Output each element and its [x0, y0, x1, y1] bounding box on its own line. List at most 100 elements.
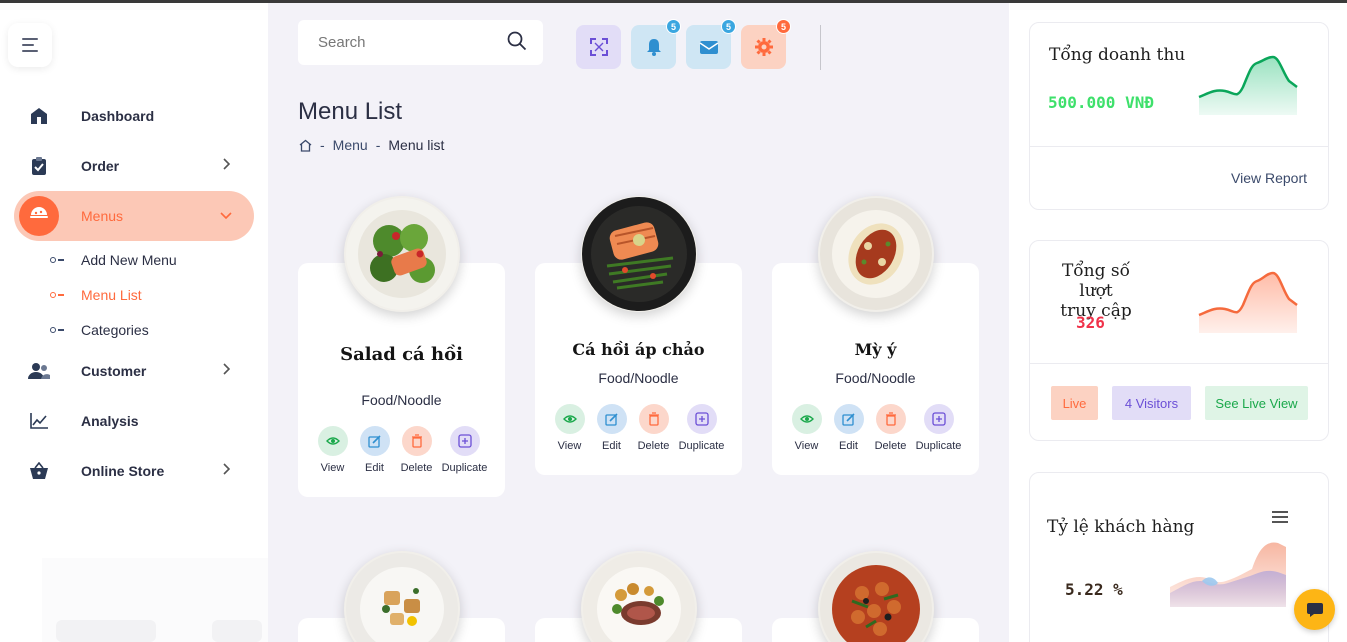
delete-button[interactable]: Delete: [871, 404, 911, 452]
trash-icon: [885, 412, 896, 426]
sidebar-item-customer[interactable]: Customer: [14, 346, 254, 396]
submenu-label: Add New Menu: [81, 252, 177, 268]
messages-button[interactable]: 5: [686, 19, 736, 69]
customer-ratio-title: Tỷ lệ khách hàng: [1047, 517, 1195, 537]
edit-button[interactable]: Edit: [592, 404, 632, 452]
home-icon: [16, 93, 62, 139]
submenu-label: Menu List: [81, 287, 142, 303]
visits-sparkline: [1198, 271, 1298, 333]
users-icon: [16, 348, 62, 394]
sidebar-item-dashboard[interactable]: Dashboard: [14, 91, 254, 141]
basket-icon: [16, 448, 62, 494]
sidebar-item-label: Order: [81, 158, 120, 174]
edit-icon: [367, 435, 381, 448]
customer-ratio-chart: [1170, 542, 1286, 607]
edit-icon: [841, 413, 855, 426]
view-report-link[interactable]: View Report: [1231, 170, 1307, 186]
eye-icon: [325, 437, 340, 445]
customer-ratio-value: 5.22 %: [1065, 580, 1123, 599]
live-button[interactable]: Live: [1051, 386, 1098, 420]
chevron-right-icon: [223, 158, 230, 170]
eye-icon: [799, 415, 814, 423]
gear-icon: [754, 38, 773, 56]
breadcrumb-menu-link[interactable]: Menu: [333, 137, 368, 153]
duplicate-button[interactable]: Duplicate: [439, 426, 491, 474]
salmon-salad-image: [344, 196, 460, 312]
settings-badge: 5: [776, 19, 791, 34]
sidebar-item-online-store[interactable]: Online Store: [14, 446, 254, 496]
submenu-add-new-menu[interactable]: Add New Menu: [50, 252, 177, 268]
visitors-button[interactable]: 4 Visitors: [1112, 386, 1191, 420]
food-icon: [19, 196, 59, 236]
trash-icon: [411, 434, 422, 448]
steak-dish-image: [581, 551, 697, 642]
menu-card-category: Food/Noodle: [361, 392, 442, 408]
delete-button[interactable]: Delete: [634, 404, 674, 452]
view-button[interactable]: View: [787, 404, 827, 452]
eye-icon: [562, 415, 577, 423]
revenue-card: Tổng doanh thu 500.000 VNĐ View Report: [1029, 22, 1329, 210]
menu-toggle-button[interactable]: [8, 23, 52, 67]
duplicate-icon: [457, 434, 472, 448]
chicken-dish-image: [344, 551, 460, 642]
duplicate-button[interactable]: Duplicate: [913, 404, 965, 452]
search-box: [298, 20, 543, 65]
sidebar-item-label: Customer: [81, 363, 147, 379]
edit-button[interactable]: Edit: [829, 404, 869, 452]
sidebar-item-analysis[interactable]: Analysis: [14, 396, 254, 446]
menu-card-title: Mỳ ý: [854, 340, 897, 359]
chat-icon: [1306, 602, 1323, 617]
edit-button[interactable]: Edit: [355, 426, 395, 474]
sidebar-item-label: Analysis: [81, 413, 139, 429]
menu-card-category: Food/Noodle: [598, 370, 679, 386]
sidebar-item-label: Dashboard: [81, 108, 155, 124]
breadcrumb: - Menu - Menu list: [299, 137, 444, 153]
revenue-title: Tổng doanh thu: [1049, 45, 1186, 65]
menu-card-actions: View Edit Delete Duplicate: [772, 404, 979, 452]
menu-card-title: Salad cá hồi: [340, 344, 463, 365]
menu-card-category: Food/Noodle: [835, 370, 916, 386]
duplicate-button[interactable]: Duplicate: [676, 404, 728, 452]
visits-card: Tổng số lượt truy cập 326 Live 4 Visitor…: [1029, 240, 1329, 441]
home-icon[interactable]: [299, 139, 312, 152]
view-button[interactable]: View: [550, 404, 590, 452]
duplicate-icon: [694, 412, 709, 426]
settings-button[interactable]: 5: [741, 19, 791, 69]
sidebar: Dashboard Order Menus Add New Menu Menu …: [0, 3, 268, 642]
see-live-view-button[interactable]: See Live View: [1205, 386, 1308, 420]
fullscreen-button[interactable]: [576, 25, 621, 69]
search-input[interactable]: [318, 34, 498, 51]
sidebar-item-order[interactable]: Order: [14, 141, 254, 191]
card-divider: [1030, 363, 1328, 364]
pan-seared-salmon-image: [581, 196, 697, 312]
menu-card-title: Cá hồi áp chảo: [572, 340, 705, 359]
revenue-sparkline: [1198, 55, 1298, 115]
page-title: Menu List: [298, 98, 403, 125]
expand-icon: [589, 38, 608, 56]
visits-title: Tổng số lượt truy cập: [1060, 261, 1132, 321]
chevron-right-icon: [223, 463, 230, 475]
bell-icon: [646, 39, 661, 56]
edit-icon: [604, 413, 618, 426]
chart-line-icon: [16, 398, 62, 444]
notifications-button[interactable]: 5: [631, 19, 681, 69]
submenu-menu-list[interactable]: Menu List: [50, 287, 142, 303]
chevron-right-icon: [223, 363, 230, 375]
revenue-value: 500.000 VNĐ: [1048, 93, 1154, 112]
chart-menu-icon[interactable]: [1272, 511, 1288, 523]
chat-button[interactable]: [1294, 589, 1335, 630]
menu-card-actions: View Edit Delete Duplicate: [298, 426, 505, 474]
submenu-label: Categories: [81, 322, 149, 338]
search-icon[interactable]: [507, 31, 527, 51]
view-button[interactable]: View: [313, 426, 353, 474]
spaghetti-image: [818, 196, 934, 312]
notifications-badge: 5: [666, 19, 681, 34]
chevron-down-icon: [220, 212, 232, 219]
submenu-categories[interactable]: Categories: [50, 322, 149, 338]
sidebar-item-menus[interactable]: Menus: [14, 191, 254, 241]
fusilli-pasta-image: [818, 551, 934, 642]
delete-button[interactable]: Delete: [397, 426, 437, 474]
trash-icon: [648, 412, 659, 426]
mail-icon: [699, 41, 718, 54]
sidebar-item-label: Menus: [81, 208, 124, 224]
